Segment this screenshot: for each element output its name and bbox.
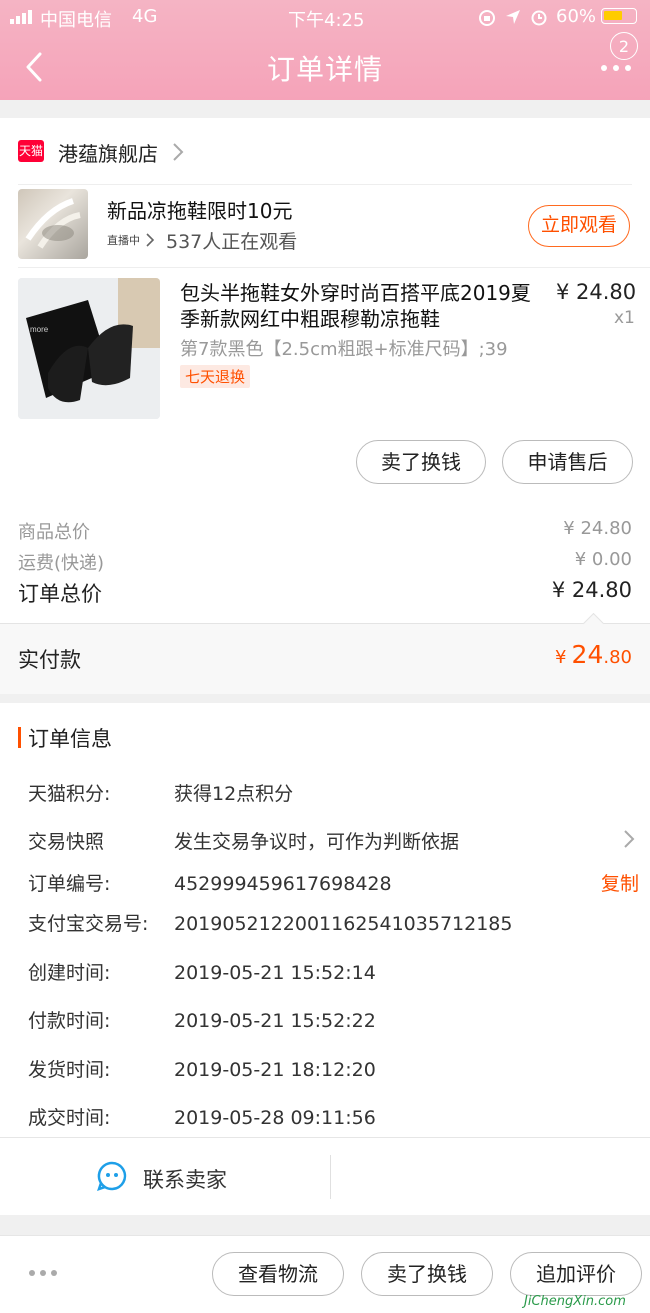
- product-sku: 第7款黑色【2.5cm粗跟+标准尺码】;39: [180, 339, 508, 360]
- chevron-right-icon: [173, 143, 184, 161]
- message-badge: 2: [610, 32, 638, 60]
- order-total-label: 订单总价: [18, 582, 102, 606]
- view-logistics-button[interactable]: 查看物流: [212, 1252, 344, 1296]
- live-row[interactable]: 新品凉拖鞋限时10元 直播中 537人正在观看 立即观看: [0, 185, 650, 267]
- info-row-created: 创建时间: 2019-05-21 15:52:14: [28, 958, 376, 985]
- product-title-line-1: 包头半拖鞋女外穿时尚百搭平底2019夏: [180, 281, 531, 305]
- order-info-card: 订单信息 天猫积分: 获得12点积分 交易快照 发生交易争议时，可作为判断依据 订单…: [0, 703, 650, 1215]
- goods-total-value: ¥ 24.80: [563, 518, 632, 539]
- info-label: 交易快照: [28, 831, 105, 853]
- divider: [330, 1155, 331, 1199]
- shoe-image: more: [18, 278, 160, 419]
- battery-percent: 60%: [556, 6, 597, 27]
- product-quantity: x1: [614, 308, 635, 328]
- after-sale-button[interactable]: 申请售后: [502, 440, 633, 484]
- return-policy-tag: 七天退换: [180, 365, 251, 388]
- info-value: 2019-05-21 15:52:14: [174, 962, 376, 984]
- paid-integer: 24: [571, 640, 604, 669]
- paid-label: 实付款: [18, 648, 81, 672]
- paid-amount-row: 实付款 ¥ 24.80: [0, 612, 650, 694]
- battery-icon: [601, 8, 637, 24]
- add-review-button[interactable]: 追加评价: [510, 1252, 642, 1296]
- product-image: more: [18, 278, 160, 419]
- alarm-icon: [531, 10, 547, 26]
- contact-seller-label: 联系卖家: [143, 1168, 227, 1192]
- info-label: 发货时间:: [28, 1059, 111, 1081]
- info-row-paid: 付款时间: 2019-05-21 15:52:22: [28, 1006, 376, 1033]
- more-icon[interactable]: [598, 58, 634, 78]
- order-total-value: ¥ 24.80: [551, 578, 632, 602]
- info-value: 获得12点积分: [174, 783, 294, 805]
- chat-icon: [97, 1161, 127, 1191]
- sell-for-cash-button[interactable]: 卖了换钱: [361, 1252, 493, 1296]
- copy-button[interactable]: 复制: [601, 869, 639, 896]
- svg-text:more: more: [30, 325, 49, 334]
- live-tag: 直播中: [107, 234, 140, 247]
- rotation-lock-icon: [479, 10, 495, 26]
- live-viewers: 537人正在观看: [166, 231, 298, 253]
- info-value: 2019-05-28 09:11:56: [174, 1107, 376, 1129]
- info-row-snapshot[interactable]: 交易快照 发生交易争议时，可作为判断依据: [28, 827, 650, 854]
- order-card: 天猫 港蕴旗舰店 新品凉拖鞋限时10元 直播中 537人正在观看 立即观看 mo…: [0, 118, 650, 694]
- info-value: 452999459617698428: [174, 873, 392, 895]
- info-value: 2019-05-21 18:12:20: [174, 1059, 376, 1081]
- order-info-heading: 订单信息: [28, 727, 112, 751]
- info-row-shipped: 发货时间: 2019-05-21 18:12:20: [28, 1055, 376, 1082]
- info-label: 支付宝交易号:: [28, 913, 149, 935]
- location-icon: [506, 10, 520, 24]
- chevron-right-icon: [146, 233, 155, 247]
- paid-value: ¥ 24.80: [555, 640, 632, 669]
- info-row-order-number: 订单编号: 452999459617698428: [28, 869, 392, 896]
- shipping-value: ¥ 0.00: [574, 549, 632, 570]
- status-bar: 中国电信 4G 下午4:25 60%: [0, 0, 650, 34]
- more-icon[interactable]: [28, 1268, 58, 1278]
- tmall-logo: 天猫: [18, 140, 44, 162]
- product-row[interactable]: more 包头半拖鞋女外穿时尚百搭平底2019夏 季新款网红中粗跟穆勒凉拖鞋 第…: [0, 268, 650, 428]
- chevron-right-icon: [624, 830, 635, 848]
- paid-decimal: .80: [603, 647, 632, 668]
- info-row-points: 天猫积分: 获得12点积分: [28, 779, 293, 806]
- info-label: 成交时间:: [28, 1107, 111, 1129]
- watch-live-button[interactable]: 立即观看: [528, 205, 630, 247]
- live-thumbnail: [18, 189, 88, 259]
- info-label: 付款时间:: [28, 1010, 111, 1032]
- info-row-completed: 成交时间: 2019-05-28 09:11:56: [28, 1103, 376, 1130]
- info-value: 2019-05-21 15:52:22: [174, 1010, 376, 1032]
- network-label: 4G: [132, 6, 158, 27]
- product-price: ¥ 24.80: [556, 280, 637, 304]
- contact-seller-button[interactable]: 联系卖家: [0, 1138, 330, 1215]
- sandal-image: [25, 198, 81, 249]
- sell-for-cash-button[interactable]: 卖了换钱: [356, 440, 486, 484]
- shop-name: 港蕴旗舰店: [58, 142, 158, 166]
- section-accent-bar: [18, 727, 21, 748]
- shipping-label: 运费(快递): [18, 553, 105, 574]
- shop-row[interactable]: 天猫 港蕴旗舰店: [0, 118, 650, 184]
- info-value: 2019052122001162541035712185: [174, 913, 513, 935]
- app-header: 中国电信 4G 下午4:25 60% 订单详情 2: [0, 0, 650, 100]
- product-title: 包头半拖鞋女外穿时尚百搭平底2019夏 季新款网红中粗跟穆勒凉拖鞋: [180, 280, 542, 332]
- signal-icon: [10, 10, 32, 24]
- info-value: 发生交易争议时，可作为判断依据: [174, 831, 460, 853]
- product-title-line-2: 季新款网红中粗跟穆勒凉拖鞋: [180, 307, 440, 331]
- info-label: 天猫积分:: [28, 783, 111, 805]
- bottom-action-bar: 查看物流 卖了换钱 追加评价 JiChengXin.com: [0, 1235, 650, 1313]
- pointer-notch: [582, 612, 605, 635]
- live-title: 新品凉拖鞋限时10元: [107, 199, 293, 223]
- carrier-label: 中国电信: [40, 10, 112, 31]
- watermark: JiChengXin.com: [524, 1294, 626, 1309]
- info-row-alipay-number: 支付宝交易号: 2019052122001162541035712185: [28, 909, 512, 936]
- info-label: 订单编号:: [28, 873, 111, 895]
- page-title: 订单详情: [266, 53, 383, 86]
- paid-currency: ¥: [555, 647, 567, 668]
- goods-total-label: 商品总价: [18, 522, 90, 543]
- info-label: 创建时间:: [28, 962, 111, 984]
- clock: 下午4:25: [288, 10, 365, 31]
